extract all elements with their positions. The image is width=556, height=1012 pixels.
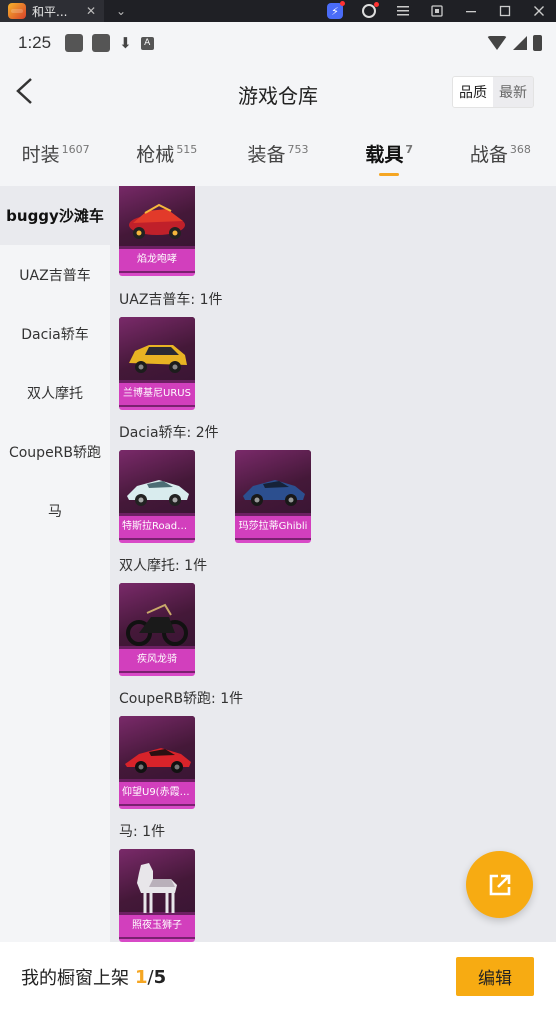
tab-guns[interactable]: 枪械 515 xyxy=(111,140,222,167)
group-title-uaz: UAZ吉普车: 1件 xyxy=(119,292,223,308)
tab-supplies[interactable]: 战备 368 xyxy=(445,140,556,167)
sort-latest[interactable]: 最新 xyxy=(493,77,533,107)
item-name: 疾风龙骑 xyxy=(119,649,195,671)
black-motorcycle-icon xyxy=(126,603,188,646)
sidebar-item-dacia[interactable]: Dacia轿车 xyxy=(0,304,110,363)
item-name: 仰望U9(赤霞红) xyxy=(119,782,195,804)
red-dragon-buggy-icon xyxy=(129,203,185,239)
tab-label: 载具 xyxy=(365,143,404,166)
status-bar: 1:25 ⬇ A xyxy=(0,22,556,64)
active-tab-underline xyxy=(379,172,400,176)
app-header: 游戏仓库 品质 最新 xyxy=(0,64,556,120)
sort-quality[interactable]: 品质 xyxy=(453,77,493,107)
tab-count: 515 xyxy=(176,142,198,156)
app-tab[interactable]: 和平... ✕ xyxy=(0,0,104,22)
tab-label: 装备 xyxy=(247,143,286,166)
item-name: 焰龙咆哮 xyxy=(119,249,195,271)
menu-button[interactable] xyxy=(386,0,420,22)
sidebar-item-horse[interactable]: 马 xyxy=(0,481,110,540)
a-icon: A xyxy=(140,36,154,50)
white-horse-icon xyxy=(137,863,177,913)
screenshot-icon xyxy=(431,5,443,17)
group-title-horse: 马: 1件 xyxy=(119,824,166,840)
download-icon: ⬇ xyxy=(119,34,132,52)
category-tabs: 时装 1607 枪械 515 装备 753 载具 7 战备 368 xyxy=(0,120,556,186)
app-tab-title: 和平... xyxy=(32,4,68,19)
notification-app-icon xyxy=(92,34,111,52)
maximize-button[interactable] xyxy=(488,0,522,22)
red-supercar-icon xyxy=(125,748,191,773)
app-icon xyxy=(8,3,26,19)
account-button[interactable] xyxy=(352,0,386,22)
status-time: 1:25 xyxy=(18,33,52,52)
sidebar-item-motorcycle[interactable]: 双人摩托 xyxy=(0,363,110,422)
sort-toggle: 品质 最新 xyxy=(452,76,534,108)
white-sports-car-icon xyxy=(127,480,189,506)
share-button[interactable] xyxy=(466,851,533,918)
sidebar-item-uaz[interactable]: UAZ吉普车 xyxy=(0,245,110,304)
tab-label: 时装 xyxy=(21,143,60,166)
group-title-couperb: CoupeRB轿跑: 1件 xyxy=(119,691,244,707)
item-card[interactable]: 焰龙咆哮 xyxy=(119,186,195,276)
blue-sedan-icon xyxy=(243,480,305,506)
tab-count: 368 xyxy=(509,142,531,156)
group-title-dacia: Dacia轿车: 2件 xyxy=(119,425,219,441)
item-card[interactable]: 兰博基尼URUS xyxy=(119,317,195,410)
user-icon xyxy=(362,2,379,18)
item-name: 照夜玉狮子 xyxy=(119,915,195,937)
item-card[interactable]: 照夜玉狮子 xyxy=(119,849,195,942)
close-tab-icon[interactable]: ✕ xyxy=(86,4,96,18)
close-icon xyxy=(534,6,544,16)
yellow-suv-icon xyxy=(129,345,187,373)
boost-button[interactable]: ⚡ xyxy=(318,0,352,22)
tab-fashion[interactable]: 时装 1607 xyxy=(0,140,111,167)
item-name: 兰博基尼URUS xyxy=(119,383,195,405)
battery-icon xyxy=(533,35,542,51)
showcase-label: 我的橱窗上架 xyxy=(21,968,129,989)
maximize-icon xyxy=(499,5,511,17)
tab-label: 枪械 xyxy=(136,143,175,166)
showcase-bar: 我的橱窗上架 1 / 5 编辑 xyxy=(0,942,556,1012)
item-card[interactable]: 疾风龙骑 xyxy=(119,583,195,676)
vehicle-type-sidebar: buggy沙滩车 UAZ吉普车 Dacia轿车 双人摩托 CoupeRB轿跑 马 xyxy=(0,186,110,942)
item-name: 特斯拉Roadster xyxy=(119,516,195,538)
menu-icon xyxy=(397,6,409,16)
showcase-total: 5 xyxy=(153,966,167,988)
lightning-icon: ⚡ xyxy=(327,1,345,19)
vehicle-list[interactable]: 焰龙咆哮 UAZ吉普车: 1件 兰博基尼URUS Dacia轿车: 2件 特斯拉… xyxy=(110,186,556,942)
item-name: 玛莎拉蒂Ghibli xyxy=(235,516,311,538)
tab-label: 战备 xyxy=(469,143,508,166)
item-card[interactable]: 仰望U9(赤霞红) xyxy=(119,716,195,809)
signal-icon xyxy=(513,36,527,50)
group-title-motorcycle: 双人摩托: 1件 xyxy=(119,558,208,574)
tab-equipment[interactable]: 装备 753 xyxy=(222,140,333,167)
minimize-button[interactable] xyxy=(454,0,488,22)
screenshot-button[interactable] xyxy=(420,0,454,22)
share-external-icon xyxy=(489,874,510,895)
item-card[interactable]: 特斯拉Roadster xyxy=(119,450,195,543)
tab-count: 753 xyxy=(287,142,309,156)
close-window-button[interactable] xyxy=(522,0,556,22)
sidebar-item-couperb[interactable]: CoupeRB轿跑 xyxy=(0,422,110,481)
edit-button[interactable]: 编辑 xyxy=(456,957,534,996)
tab-count: 7 xyxy=(405,142,414,156)
sidebar-item-buggy[interactable]: buggy沙滩车 xyxy=(0,186,110,245)
window-titlebar: 和平... ✕ ⌄ ⚡ xyxy=(0,0,556,22)
tab-count: 1607 xyxy=(61,142,90,156)
minimize-icon xyxy=(466,11,476,13)
chevron-down-icon[interactable]: ⌄ xyxy=(116,4,126,18)
tab-vehicles[interactable]: 载具 7 xyxy=(334,140,445,176)
wifi-icon xyxy=(487,36,507,50)
showcase-count: 1 xyxy=(135,966,148,988)
notification-app-icon xyxy=(65,34,84,52)
item-card[interactable]: 玛莎拉蒂Ghibli xyxy=(235,450,311,543)
